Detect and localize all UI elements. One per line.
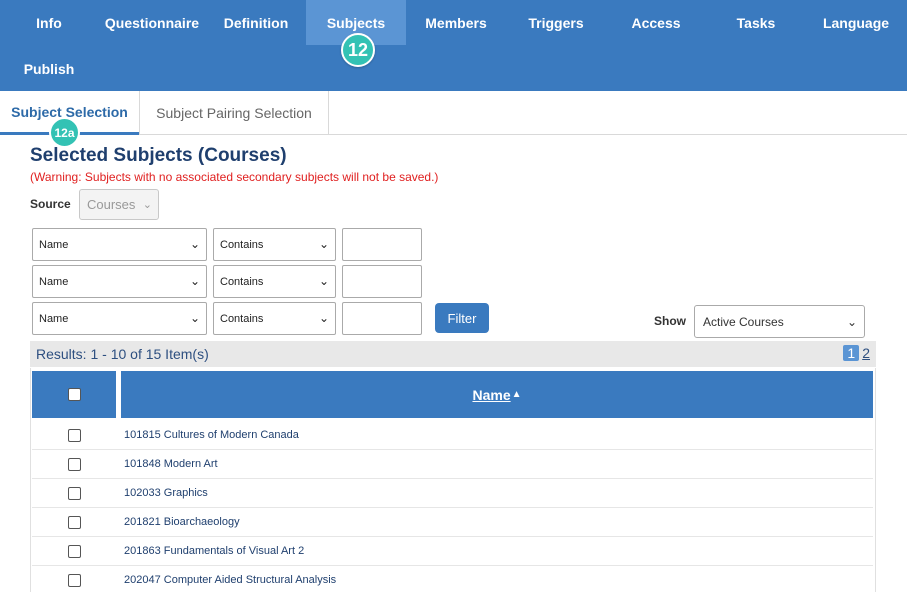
row-checkbox-cell <box>32 421 116 450</box>
table-row: 102033 Graphics <box>32 479 873 508</box>
filter-field-select-1[interactable]: Name ⌄ <box>32 228 207 261</box>
results-bar: Results: 1 - 10 of 15 Item(s) 1 2 <box>30 341 876 367</box>
row-checkbox-cell <box>32 566 116 592</box>
page-2-link[interactable]: 2 <box>862 345 870 361</box>
warning-message: (Warning: Subjects with no associated se… <box>30 170 439 184</box>
step-badge-12: 12 <box>341 33 375 67</box>
chevron-down-icon: ⌄ <box>189 274 200 288</box>
nav-info[interactable]: Info <box>0 0 98 45</box>
subtabs: Subject Selection Subject Pairing Select… <box>0 91 907 135</box>
chevron-down-icon: ⌄ <box>318 311 329 325</box>
course-name: 202047 Computer Aided Structural Analysi… <box>124 574 337 586</box>
chevron-down-icon: ⌄ <box>189 311 200 325</box>
top-nav: Info Questionnaire Definition Subjects M… <box>0 0 907 91</box>
chevron-down-icon: ⌄ <box>142 199 152 211</box>
row-checkbox[interactable] <box>67 545 81 558</box>
filter-field-value: Name <box>39 275 69 288</box>
table-row: 201821 Bioarchaeology <box>32 508 873 537</box>
page-1-current: 1 <box>843 345 860 361</box>
filter-field-select-2[interactable]: Name ⌄ <box>32 265 207 298</box>
select-all-checkbox[interactable] <box>67 388 81 401</box>
course-name: 102033 Graphics <box>124 487 208 499</box>
source-select-value: Courses <box>87 197 136 212</box>
table-row: 101848 Modern Art <box>32 450 873 479</box>
name-column-header[interactable]: Name ▲ <box>121 371 873 418</box>
pager: 1 2 <box>843 345 870 361</box>
filter-field-select-3[interactable]: Name ⌄ <box>32 302 207 335</box>
filter-operator-select-3[interactable]: Contains ⌄ <box>213 302 336 335</box>
row-checkbox-cell <box>32 450 116 479</box>
filter-value-input-1[interactable] <box>342 228 422 261</box>
page-title: Selected Subjects (Courses) <box>30 145 287 166</box>
nav-definition[interactable]: Definition <box>206 0 306 45</box>
nav-members[interactable]: Members <box>406 0 506 45</box>
filter-operator-select-1[interactable]: Contains ⌄ <box>213 228 336 261</box>
filter-value-input-3[interactable] <box>342 302 422 335</box>
nav-triggers[interactable]: Triggers <box>506 0 606 45</box>
row-checkbox[interactable] <box>67 516 81 529</box>
filter-operator-value: Contains <box>220 238 264 251</box>
results-summary: Results: 1 - 10 of 15 Item(s) <box>36 346 209 362</box>
filter-operator-value: Contains <box>220 312 264 325</box>
chevron-down-icon: ⌄ <box>189 237 200 251</box>
row-checkbox-cell <box>32 508 116 537</box>
filter-button[interactable]: Filter <box>435 303 489 333</box>
course-name: 101848 Modern Art <box>124 458 218 470</box>
row-checkbox-cell <box>32 479 116 508</box>
source-label: Source <box>30 197 71 211</box>
course-name: 201863 Fundamentals of Visual Art 2 <box>124 545 305 557</box>
show-select[interactable]: Active Courses ⌄ <box>694 305 865 338</box>
filter-field-value: Name <box>39 312 69 325</box>
table-row: 202047 Computer Aided Structural Analysi… <box>32 566 873 592</box>
chevron-down-icon: ⌄ <box>318 237 329 251</box>
course-name: 101815 Cultures of Modern Canada <box>124 429 299 441</box>
step-badge-12a: 12a <box>49 117 80 148</box>
filter-operator-value: Contains <box>220 275 264 288</box>
filter-operator-select-2[interactable]: Contains ⌄ <box>213 265 336 298</box>
nav-access[interactable]: Access <box>606 0 706 45</box>
show-select-value: Active Courses <box>703 314 784 329</box>
row-checkbox-cell <box>32 537 116 566</box>
table-row: 201863 Fundamentals of Visual Art 2 <box>32 537 873 566</box>
row-checkbox[interactable] <box>67 429 81 442</box>
filter-value-input-2[interactable] <box>342 265 422 298</box>
row-checkbox[interactable] <box>67 458 81 471</box>
chevron-down-icon: ⌄ <box>846 315 857 329</box>
table-row: 101815 Cultures of Modern Canada <box>32 421 873 450</box>
nav-tasks[interactable]: Tasks <box>706 0 806 45</box>
course-name: 201821 Bioarchaeology <box>124 516 240 528</box>
select-all-header <box>32 371 116 418</box>
row-checkbox[interactable] <box>67 574 81 587</box>
show-label: Show <box>654 314 686 328</box>
sort-ascending-icon: ▲ <box>511 389 522 400</box>
source-select: Courses ⌄ <box>79 189 159 220</box>
nav-language[interactable]: Language <box>806 0 906 45</box>
tab-subject-pairing-selection[interactable]: Subject Pairing Selection <box>139 91 329 135</box>
row-checkbox[interactable] <box>67 487 81 500</box>
nav-publish[interactable]: Publish <box>0 46 98 91</box>
name-column-label[interactable]: Name <box>472 387 510 403</box>
filter-field-value: Name <box>39 238 69 251</box>
chevron-down-icon: ⌄ <box>318 274 329 288</box>
nav-questionnaire[interactable]: Questionnaire <box>98 0 206 45</box>
